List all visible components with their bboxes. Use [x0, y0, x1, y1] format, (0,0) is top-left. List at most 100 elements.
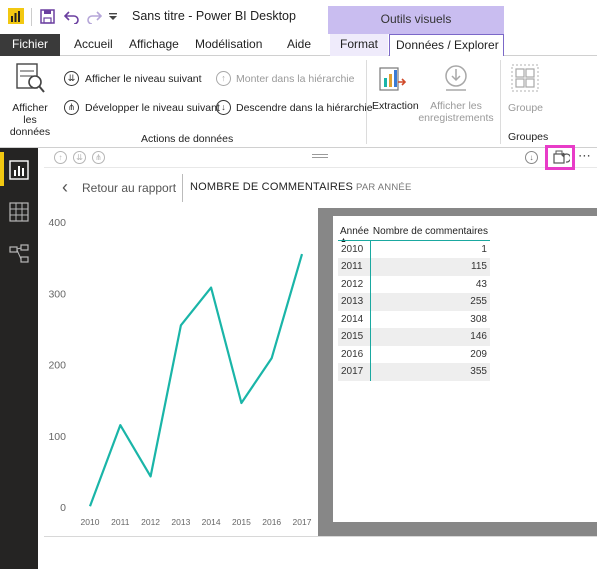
table-row: 2016 209 [338, 345, 490, 363]
tab-fichier[interactable]: Fichier [0, 34, 60, 56]
tab-affichage[interactable]: Affichage [123, 34, 185, 56]
show-next-level-button[interactable]: ⇊ Afficher le niveau suivant [64, 70, 204, 88]
model-view-icon[interactable] [9, 244, 29, 264]
undo-icon[interactable] [64, 9, 80, 24]
table-row: 2010 1 [338, 240, 490, 258]
column-header-count[interactable]: Nombre de commentaires [370, 224, 490, 241]
ribbon-separator [500, 60, 501, 144]
cell-count: 209 [470, 348, 487, 360]
extraction-button[interactable]: Extraction [370, 60, 419, 124]
group-label-data-actions: Actions de données [141, 133, 234, 145]
more-options-icon[interactable]: ⋯ [578, 148, 591, 164]
view-sidebar [0, 148, 38, 569]
expand-header-icon[interactable]: ⋔ [92, 151, 105, 164]
drag-handle-line[interactable] [312, 157, 328, 158]
drill-mode-header-icon[interactable]: ↓ [525, 151, 538, 164]
x-tick-label: 2015 [232, 517, 251, 527]
next-level-header-icon[interactable]: ⇊ [73, 151, 86, 164]
extraction-icon [379, 67, 407, 91]
show-next-level-label: Afficher le niveau suivant [85, 73, 202, 85]
group-button[interactable]: Groupe [505, 60, 545, 118]
cell-count: 255 [370, 293, 490, 311]
data-view-icon[interactable] [9, 202, 29, 222]
table-header-row: Année Nombre de commentaires [338, 224, 490, 241]
focus-divider [182, 174, 183, 202]
ribbon-tabs: Fichier Accueil Affichage Modélisation A… [0, 34, 597, 57]
tab-aide[interactable]: Aide [281, 34, 317, 56]
table-row: 2017 355 [338, 363, 490, 381]
show-records-icon [445, 65, 467, 91]
x-tick-label: 2013 [171, 517, 190, 527]
table-row: 2013 255 [338, 293, 490, 311]
drill-up-icon: ↑ [216, 71, 231, 86]
table-visual[interactable]: ▲ Année Nombre de commentaires 2010 1 2011… [333, 216, 597, 522]
cell-count: 355 [370, 363, 490, 381]
title-bar: Sans titre - Power BI Desktop [0, 0, 597, 34]
ribbon-separator [366, 60, 367, 144]
cell-year: 2011 [338, 258, 372, 276]
back-to-report-label: Retour au rapport [82, 181, 177, 195]
tab-donnees-explorer[interactable]: Données / Explorer [389, 34, 504, 57]
show-data-button[interactable]: Afficher les données [4, 60, 56, 138]
extraction-label: Extraction [372, 100, 419, 112]
cell-year: 2010 [338, 240, 372, 258]
line-chart[interactable]: 0 100 200 300 400 2010 2011 2012 2013 2014 2015 201… [44, 206, 318, 536]
cell-count: 308 [470, 313, 487, 325]
visual-subtitle: PAR ANNÉE [356, 182, 412, 193]
data-table: Année Nombre de commentaires 2010 1 2011 1 1… [338, 224, 490, 381]
tab-accueil[interactable]: Accueil [68, 34, 119, 56]
highlight-box [545, 145, 575, 170]
drill-up-header-icon[interactable]: ↑ [54, 151, 67, 164]
drill-up-button[interactable]: ↑ Monter dans la hiérarchie [216, 70, 356, 88]
cell-count: 43 [475, 278, 487, 290]
group-label: Groupe [508, 102, 544, 114]
contextual-tab-header: Outils visuels [328, 6, 504, 34]
active-view-indicator [0, 152, 4, 186]
save-icon[interactable] [40, 9, 55, 24]
cell-year: 2017 [338, 363, 372, 381]
show-data-label: Afficher les données [9, 102, 51, 138]
cell-count: 1 [481, 244, 487, 255]
quick-access-dropdown-icon[interactable] [108, 12, 118, 22]
expand-next-level-label: Développer le niveau suivant [85, 102, 220, 114]
x-tick-label: 2011 [111, 517, 130, 527]
x-tick-label: 2016 [262, 517, 281, 527]
tab-format[interactable]: Format [330, 34, 388, 56]
table-row: 2014 308 [338, 310, 490, 328]
group-label-groups: Groupes [508, 131, 549, 143]
report-view-icon[interactable] [9, 160, 29, 180]
drag-handle-line[interactable] [312, 154, 328, 155]
powerbi-logo-icon [8, 8, 24, 24]
cell-count: 146 [370, 328, 490, 346]
expand-next-level-icon: ⋔ [64, 100, 79, 115]
back-to-report-button[interactable]: ‹ Retour au rapport [60, 176, 180, 200]
window-title: Sans titre - Power BI Desktop [132, 9, 296, 23]
expand-next-level-button[interactable]: ⋔ Développer le niveau suivant [64, 99, 220, 117]
show-data-icon [16, 63, 45, 93]
cell-year: 2014 [338, 310, 372, 328]
x-tick-label: 2017 [293, 517, 312, 527]
cell-year: 2016 [338, 345, 372, 363]
redo-icon[interactable] [86, 9, 102, 24]
visual-title: NOMBRE DE COMMENTAIRES [190, 181, 354, 193]
x-tick-label: 2012 [141, 517, 160, 527]
visual-header: ↑ ⇊ ⋔ ↓ ⋯ [44, 148, 597, 168]
show-records-button[interactable]: Afficher les enregistrements [418, 60, 494, 126]
drill-down-label: Descendre dans la hiérarchie [236, 102, 373, 114]
drill-down-button[interactable]: ↓ Descendre dans la hiérarchie [216, 99, 373, 117]
tab-modelisation[interactable]: Modélisation [189, 34, 268, 56]
group-icon [511, 64, 539, 92]
drill-up-label: Monter dans la hiérarchie [236, 73, 355, 85]
title-separator [31, 8, 32, 26]
x-tick-label: 2014 [202, 517, 221, 527]
canvas-bottom-edge [44, 536, 597, 537]
y-tick-label: 400 [48, 217, 66, 229]
drill-down-icon: ↓ [216, 100, 231, 115]
column-header-year[interactable]: Année [338, 224, 371, 241]
cell-year: 2013 [338, 293, 372, 311]
show-next-level-icon: ⇊ [64, 71, 79, 86]
y-tick-label: 0 [60, 502, 66, 514]
series-line[interactable] [88, 253, 304, 507]
chevron-left-icon: ‹ [62, 177, 68, 197]
ribbon: Afficher les données ⇊ Afficher le nivea… [0, 56, 597, 148]
